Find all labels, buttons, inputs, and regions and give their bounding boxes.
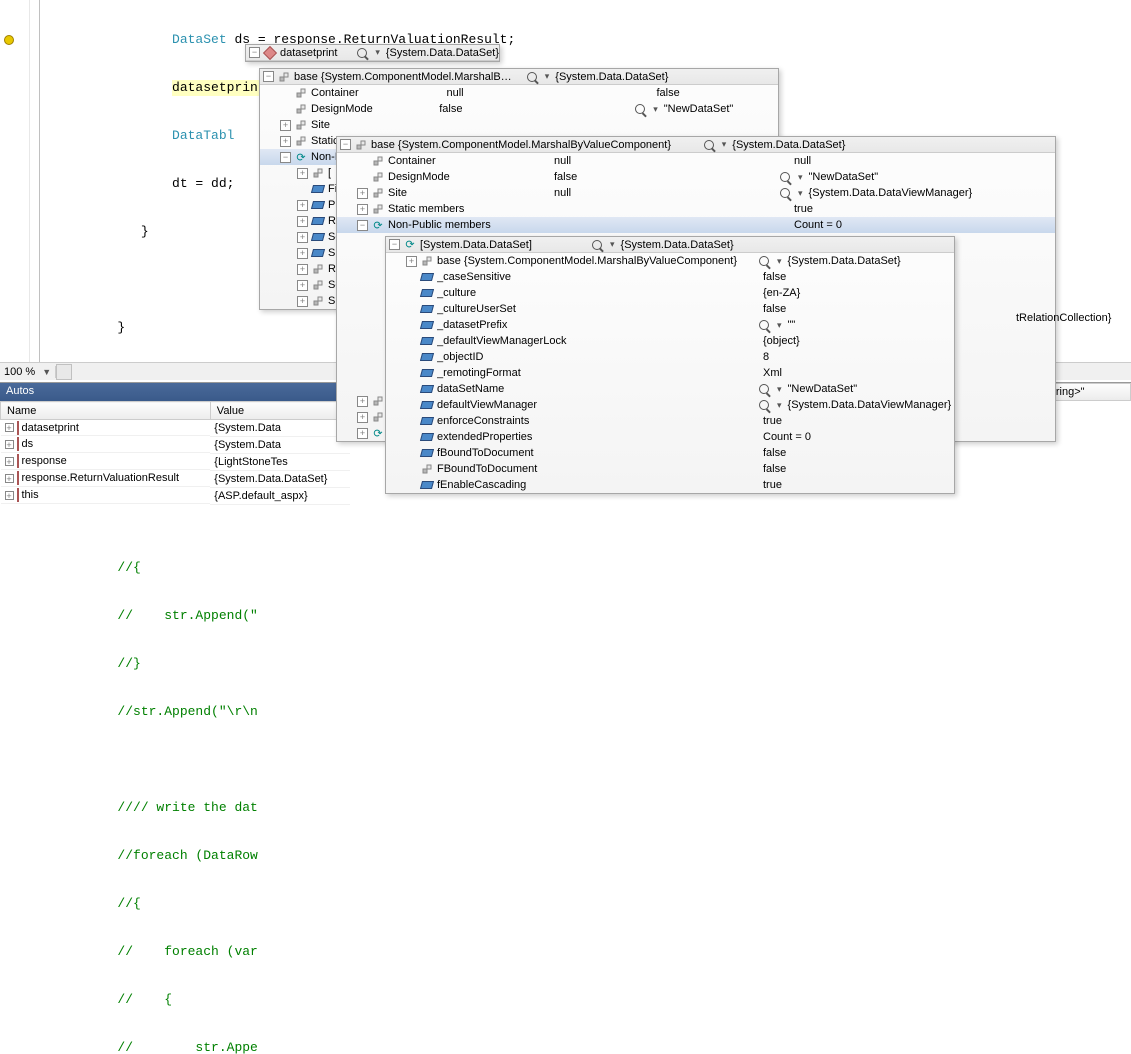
- tooltip-row[interactable]: DesignModefalse▾"NewDataSet": [260, 101, 778, 117]
- tooltip-row[interactable]: _culture{en-ZA}: [386, 285, 954, 301]
- tooltip-row[interactable]: +base {System.ComponentModel.MarshalByVa…: [386, 253, 954, 269]
- outline-column[interactable]: [32, 0, 48, 378]
- tooltip-row[interactable]: −⟳Non-Public membersCount = 0: [337, 217, 1055, 233]
- autos-row[interactable]: +ds{System.Data: [1, 437, 350, 454]
- autos-row[interactable]: +this{ASP.default_aspx}: [1, 488, 350, 505]
- magnifier-icon[interactable]: [592, 240, 602, 250]
- property-icon: [354, 138, 368, 152]
- tooltip-row[interactable]: extendedPropertiesCount = 0: [386, 429, 954, 445]
- tooltip-row[interactable]: _caseSensitivefalse: [386, 269, 954, 285]
- magnifier-icon[interactable]: [527, 72, 537, 82]
- tooltip-row[interactable]: Containernullfalse: [260, 85, 778, 101]
- tooltip-row[interactable]: fEnableCascadingtrue: [386, 477, 954, 493]
- tooltip-header: [System.Data.DataSet]: [420, 239, 590, 251]
- zoom-combo[interactable]: 100 %▼: [0, 366, 56, 378]
- tooltip-row[interactable]: _datasetPrefix▾"": [386, 317, 954, 333]
- tooltip-row[interactable]: DesignModefalse▾"NewDataSet": [337, 169, 1055, 185]
- magnifier-icon[interactable]: [357, 48, 367, 58]
- autos-row[interactable]: +response.ReturnValuationResult{System.D…: [1, 471, 350, 488]
- tooltip-row[interactable]: fBoundToDocumentfalse: [386, 445, 954, 461]
- tooltip-row[interactable]: FBoundToDocumentfalse: [386, 461, 954, 477]
- tooltip-row[interactable]: defaultViewManager▾{System.Data.DataView…: [386, 397, 954, 413]
- tooltip-row[interactable]: +Site: [260, 117, 778, 133]
- property-icon: [277, 70, 291, 84]
- tooltip-header: base {System.ComponentModel.MarshalByVal…: [294, 71, 525, 83]
- gutter: [0, 0, 30, 378]
- tooltip-row[interactable]: enforceConstraintstrue: [386, 413, 954, 429]
- tooltip-row[interactable]: dataSetName▾"NewDataSet": [386, 381, 954, 397]
- magnifier-icon[interactable]: [704, 140, 714, 150]
- debug-tooltip-1[interactable]: − datasetprint ▾ {System.Data.DataSet}: [245, 44, 500, 62]
- autos-grid[interactable]: NameValue +datasetprint{System.Data +ds{…: [0, 401, 350, 505]
- tooltip-row[interactable]: _remotingFormatXml: [386, 365, 954, 381]
- autos-row[interactable]: +datasetprint{System.Data: [1, 420, 350, 437]
- debug-tooltip-4[interactable]: −⟳ [System.Data.DataSet] ▾ {System.Data.…: [385, 236, 955, 494]
- tooltip-row[interactable]: Containernullnull: [337, 153, 1055, 169]
- tooltip-header: datasetprint: [280, 47, 355, 59]
- col-value[interactable]: Value: [210, 402, 349, 420]
- autos-title: Autos: [0, 383, 350, 401]
- tooltip-header: base {System.ComponentModel.MarshalByVal…: [371, 139, 702, 151]
- overflow-text: tRelationCollection}: [1016, 310, 1131, 326]
- tooltip-row[interactable]: _cultureUserSetfalse: [386, 301, 954, 317]
- col-name[interactable]: Name: [1, 402, 211, 420]
- breakpoint-icon[interactable]: [4, 35, 14, 45]
- tooltip-row[interactable]: +Sitenull▾{System.Data.DataViewManager}: [337, 185, 1055, 201]
- autos-row[interactable]: +response{LightStoneTes: [1, 454, 350, 471]
- tooltip-row[interactable]: +Static memberstrue: [337, 201, 1055, 217]
- tooltip-row[interactable]: _defaultViewManagerLock{object}: [386, 333, 954, 349]
- autos-panel: Autos NameValue +datasetprint{System.Dat…: [0, 382, 350, 527]
- tooltip-row[interactable]: _objectID8: [386, 349, 954, 365]
